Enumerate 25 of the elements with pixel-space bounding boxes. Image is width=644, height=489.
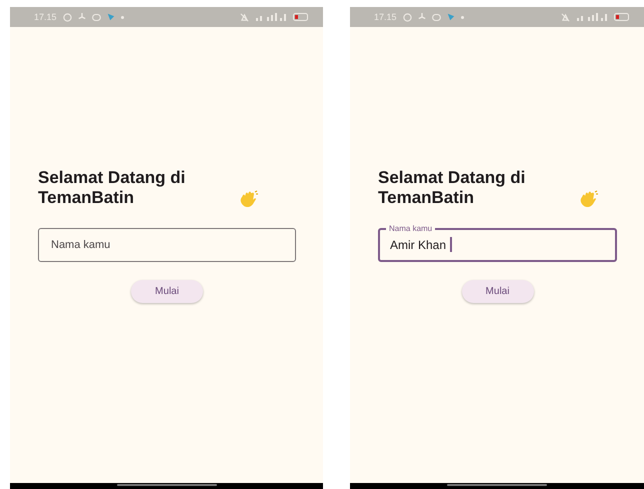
mute-icon bbox=[240, 12, 249, 22]
welcome-title: Selamat Datang di TemanBatin bbox=[378, 168, 526, 208]
fan-icon bbox=[78, 13, 86, 21]
waving-hand-icon bbox=[239, 190, 259, 208]
app-icon bbox=[446, 13, 455, 21]
signal-icon bbox=[255, 13, 287, 21]
battery-icon bbox=[293, 13, 309, 21]
dot-icon bbox=[120, 16, 124, 18]
signal-icon bbox=[576, 13, 608, 21]
dot-icon bbox=[460, 16, 464, 18]
home-indicator[interactable] bbox=[447, 484, 547, 486]
text-cursor bbox=[450, 237, 452, 252]
welcome-title: Selamat Datang di TemanBatin bbox=[38, 168, 186, 208]
name-field[interactable]: Nama kamu bbox=[38, 228, 296, 262]
start-button[interactable]: Mulai bbox=[131, 280, 203, 302]
waving-hand-icon bbox=[579, 190, 599, 208]
field-value: Amir Khan bbox=[390, 238, 446, 252]
field-placeholder: Nama kamu bbox=[51, 238, 110, 250]
start-button[interactable]: Mulai bbox=[462, 280, 534, 302]
fan-icon bbox=[418, 13, 426, 21]
mute-icon bbox=[561, 12, 570, 22]
app-icon bbox=[106, 13, 115, 21]
battery-icon bbox=[614, 13, 630, 21]
home-indicator[interactable] bbox=[116, 484, 216, 486]
field-label: Nama kamu bbox=[386, 224, 436, 232]
